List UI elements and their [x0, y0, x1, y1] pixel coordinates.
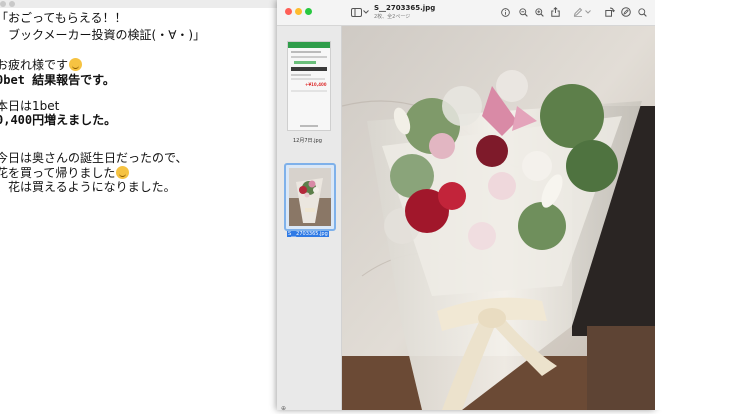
thumbnail-photo-selected[interactable] [284, 163, 336, 231]
markup-icon[interactable] [621, 6, 631, 18]
thumbnail-sidebar: +¥10,400 12月7日.jpg S__2703365.jpg ⊕ [277, 26, 342, 412]
editor-line: 、花は買えるようになりました。 [0, 180, 176, 194]
editor-close-button[interactable] [0, 1, 6, 7]
sidebar-add-icon[interactable]: ⊕ [281, 405, 286, 412]
text-editor-window: 「おごってもらえる！！ ブックメーカー投資の検証(・∀・)」 お疲れ様です 0b… [0, 0, 280, 410]
smile-emoji-icon [69, 58, 83, 71]
bouquet-photo [342, 26, 655, 410]
chevron-down-icon[interactable] [363, 6, 369, 18]
preview-window: S__2703365.jpg 2枚、全2ページ +¥10,400 12月7日.j… [277, 0, 655, 412]
thumbnail-screenshot[interactable]: +¥10,400 [287, 41, 331, 131]
search-icon[interactable] [637, 6, 647, 18]
preview-toolbar: S__2703365.jpg 2枚、全2ページ [277, 0, 655, 26]
zoom-button[interactable] [305, 8, 312, 15]
editor-line: 0bet 結果報告です。 [0, 73, 115, 87]
background-photo-edge [655, 0, 730, 410]
thumbnail-amount: +¥10,400 [305, 82, 327, 87]
chevron-down-icon[interactable] [585, 6, 591, 18]
thumbnail-label-selected: S__2703365.jpg [287, 231, 329, 237]
editor-line: 0,400円増えました。 [0, 113, 117, 127]
editor-minimize-button[interactable] [9, 1, 15, 7]
markup-pen-icon[interactable] [573, 6, 583, 18]
info-icon[interactable] [500, 6, 510, 18]
zoom-out-icon[interactable] [518, 6, 528, 18]
document-subtitle: 2枚、全2ページ [374, 14, 411, 20]
editor-titlebar [0, 0, 280, 8]
minimize-button[interactable] [295, 8, 302, 15]
share-icon[interactable] [550, 6, 560, 18]
close-button[interactable] [285, 8, 292, 15]
zoom-in-icon[interactable] [534, 6, 544, 18]
thumbnail-label: 12月7日.jpg [293, 138, 322, 144]
sidebar-toggle-icon[interactable] [351, 6, 362, 18]
document-title: S__2703365.jpg [374, 4, 436, 12]
image-view [342, 26, 655, 410]
editor-line: ブックメーカー投資の検証(・∀・)」 [0, 28, 206, 42]
rotate-icon[interactable] [605, 6, 615, 18]
editor-line: 「おごってもらえる！！ [0, 11, 127, 25]
